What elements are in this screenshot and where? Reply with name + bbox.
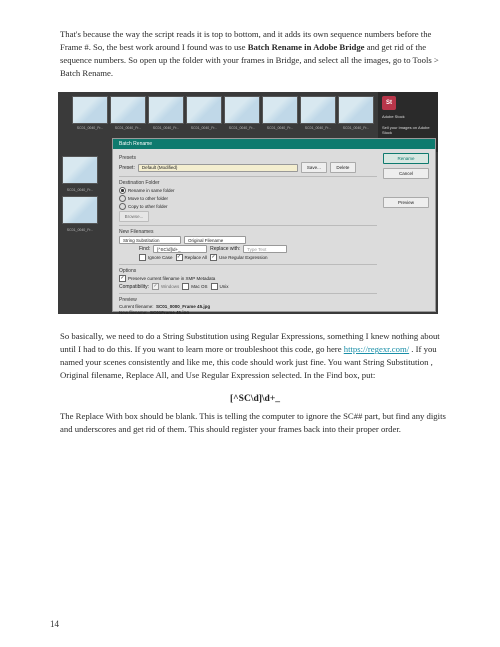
new-filename-label: New filename: <box>119 310 148 314</box>
browse-button[interactable]: Browse... <box>119 211 149 222</box>
regex-code: [^SC\d]\d+_ <box>60 394 450 404</box>
bridge-side-column: SC01_0040_Fr... SC01_0040_Fr... <box>58 152 110 314</box>
preview-section-label: Preview <box>119 297 377 303</box>
filename-type-dropdown[interactable]: String Substitution <box>119 236 181 244</box>
compat-unix-checkbox[interactable]: Unix <box>211 283 229 290</box>
replace-all-checkbox[interactable]: Replace All <box>176 254 208 261</box>
presets-section-label: Presets <box>119 155 377 161</box>
paragraph-3: The Replace With box should be blank. Th… <box>60 410 450 436</box>
compat-mac-checkbox[interactable]: Mac OS <box>182 283 207 290</box>
rename-button[interactable]: Rename <box>383 153 429 164</box>
preview-button[interactable]: Preview <box>383 197 429 208</box>
original-filename-dropdown[interactable]: Original Filename <box>184 236 246 244</box>
p1-bold: Batch Rename in Adobe Bridge <box>248 42 365 52</box>
regexr-link[interactable]: https://regexr.com/ <box>344 344 409 354</box>
compatibility-label: Compatibility: <box>119 284 149 290</box>
compat-windows-checkbox[interactable]: Windows <box>152 283 179 290</box>
find-input[interactable]: [^SC\d]\d+_ <box>153 245 207 253</box>
paragraph-1: That's because the way the script reads … <box>60 28 450 80</box>
thumbnail-image <box>262 96 298 124</box>
preset-dropdown[interactable]: Default (Modified) <box>138 164 298 172</box>
thumbnail-image <box>72 96 108 124</box>
thumbnail-image[interactable] <box>62 156 98 184</box>
thumbnail-image <box>186 96 222 124</box>
save-preset-button[interactable]: Save... <box>301 162 327 173</box>
batch-rename-screenshot: SC01_0040_Fr... SC01_0040_Fr... SC01_004… <box>58 92 438 314</box>
ignore-case-checkbox[interactable]: Ignore Case <box>139 254 173 261</box>
cancel-button[interactable]: Cancel <box>383 168 429 179</box>
thumbnail-label: SC01_0040_Fr... <box>62 188 98 192</box>
find-label: Find: <box>139 246 150 252</box>
preserve-xmp-checkbox[interactable]: Preserve current filename in XMP Metadat… <box>119 275 215 282</box>
thumbnail-image <box>300 96 336 124</box>
adobe-stock-brand: Adobe Stock <box>382 114 434 119</box>
dialog-titlebar: Batch Rename <box>113 139 435 149</box>
thumbnail[interactable]: SC01_0040_Fr... <box>72 96 108 152</box>
current-filename-label: Current filename: <box>119 304 154 309</box>
replace-label: Replace with: <box>210 246 240 252</box>
current-filename-value: SC01_0000_Frame 45.jpg <box>156 304 210 309</box>
options-section-label: Options <box>119 268 377 274</box>
new-filenames-section-label: New Filenames <box>119 229 377 235</box>
new-filename-value: SC01Frame 45.jpg <box>150 310 189 314</box>
batch-rename-dialog: Batch Rename Presets Preset: Default (Mo… <box>112 138 436 312</box>
dest-same-radio[interactable]: Rename in same folder <box>119 187 175 194</box>
thumbnail-image <box>148 96 184 124</box>
paragraph-2: So basically, we need to do a String Sub… <box>60 330 450 382</box>
dest-copy-radio[interactable]: Copy to other folder <box>119 203 168 210</box>
thumbnail-label: SC01_0040_Fr... <box>338 126 374 130</box>
thumbnail-label: SC01_0040_Fr... <box>148 126 184 130</box>
thumbnail-image <box>110 96 146 124</box>
use-regex-checkbox[interactable]: Use Regular Expression <box>210 254 268 261</box>
adobe-stock-icon: St <box>382 96 396 110</box>
thumbnail-label: SC01_0040_Fr... <box>224 126 260 130</box>
thumbnail-label: SC01_0040_Fr... <box>72 126 108 130</box>
dest-move-radio[interactable]: Move to other folder <box>119 195 168 202</box>
thumbnail-image <box>224 96 260 124</box>
thumbnail-image[interactable] <box>62 196 98 224</box>
preset-field-label: Preset: <box>119 165 135 171</box>
replace-input[interactable]: Type Text <box>243 245 287 253</box>
adobe-stock-caption: Sell your images on Adobe Stock <box>382 125 434 135</box>
page-number: 14 <box>50 619 59 629</box>
thumbnail-label: SC01_0040_Fr... <box>262 126 298 130</box>
thumbnail-label: SC01_0040_Fr... <box>110 126 146 130</box>
thumbnail-label: SC01_0040_Fr... <box>300 126 336 130</box>
delete-preset-button[interactable]: Delete <box>330 162 356 173</box>
destination-section-label: Destination Folder <box>119 180 377 186</box>
thumbnail-label: SC01_0040_Fr... <box>186 126 222 130</box>
thumbnail-label: SC01_0040_Fr... <box>62 228 98 232</box>
thumbnail-image <box>338 96 374 124</box>
